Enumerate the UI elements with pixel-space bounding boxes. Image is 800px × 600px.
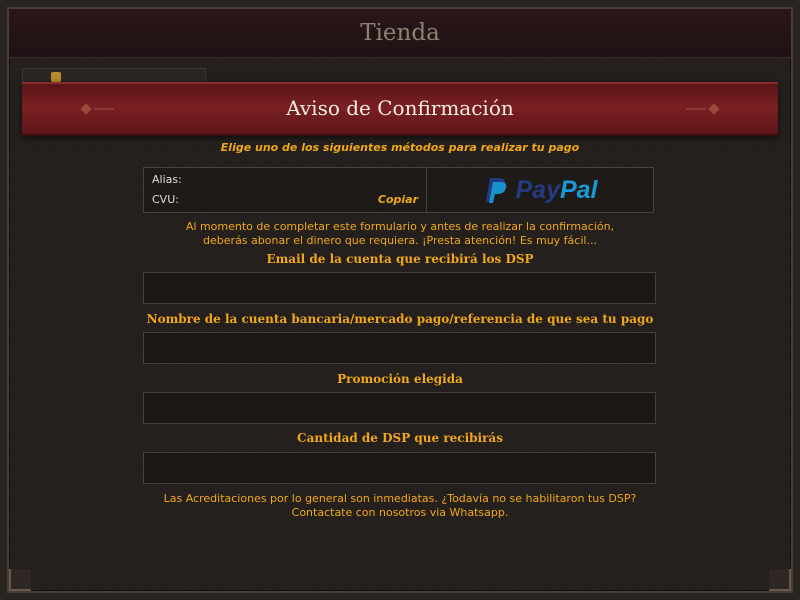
promo-label: Promoción elegida <box>337 372 463 386</box>
paypal-logo-icon <box>486 178 507 203</box>
info-text: Al momento de completar este formulario … <box>0 220 800 248</box>
window-title: Tienda <box>360 20 440 46</box>
dialog-title: Aviso de Confirmación <box>286 96 514 120</box>
cvu-label: CVU: <box>152 193 179 206</box>
alias-label: Alias: <box>152 173 182 186</box>
coin-icon <box>51 72 61 82</box>
email-label: Email de la cuenta que recibirá los DSP <box>266 252 534 266</box>
footer-line: Contactate con nosotros via Whatsapp. <box>291 506 509 519</box>
account-input[interactable] <box>143 332 656 364</box>
paypal-wordmark: PayPal <box>515 176 597 205</box>
dialog-header-banner: Aviso de Confirmación <box>22 82 778 136</box>
frame-corner-ornament <box>769 569 791 591</box>
amount-input[interactable] <box>143 452 656 484</box>
footer-text: Las Acreditaciones por lo general son in… <box>0 492 800 520</box>
email-input[interactable] <box>143 272 656 304</box>
payment-methods-box: Alias: CVU: Copiar PayPal <box>143 167 654 213</box>
paypal-wordmark-pay: Pay <box>515 175 560 204</box>
promo-input[interactable] <box>143 392 656 424</box>
footer-line: Las Acreditaciones por lo general son in… <box>163 492 637 505</box>
paypal-button[interactable]: PayPal <box>430 168 653 212</box>
paypal-wordmark-pal: Pal <box>559 175 598 204</box>
info-line: Al momento de completar este formulario … <box>185 220 615 233</box>
copy-button[interactable]: Copiar <box>378 193 418 206</box>
amount-label: Cantidad de DSP que recibirás <box>297 431 503 445</box>
flourish-ornament <box>686 108 706 110</box>
transfer-details: Alias: CVU: Copiar <box>144 168 427 212</box>
frame-corner-ornament <box>9 569 31 591</box>
account-label: Nombre de la cuenta bancaria/mercado pag… <box>146 312 654 326</box>
payment-instruction: Elige uno de los siguientes métodos para… <box>220 141 580 154</box>
info-line: deberás abonar el dinero que requiera. ¡… <box>203 234 597 247</box>
